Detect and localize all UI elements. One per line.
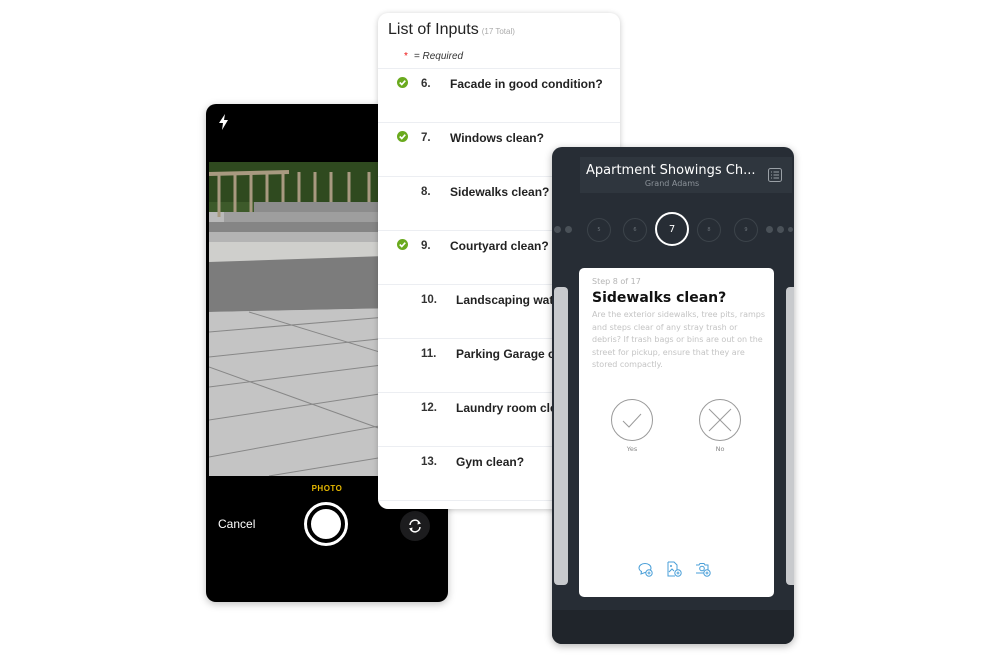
- yes-label: Yes: [626, 445, 638, 453]
- step-dot: [788, 227, 793, 232]
- next-card-edge[interactable]: [786, 287, 794, 585]
- item-label: Sidewalks clean?: [450, 185, 550, 199]
- list-total: (17 Total): [481, 27, 515, 36]
- checkmark-icon: [622, 413, 642, 428]
- step-9[interactable]: 9: [734, 218, 758, 242]
- x-icon: [708, 408, 732, 432]
- required-label: = Required: [413, 51, 464, 62]
- yes-button[interactable]: Yes: [611, 399, 653, 453]
- list-menu-icon[interactable]: [768, 168, 782, 182]
- step-dot: [565, 226, 572, 233]
- item-label: Gym clean?: [456, 455, 525, 469]
- shutter-inner: [310, 508, 342, 540]
- step-8[interactable]: 8: [697, 218, 721, 242]
- step-dot: [777, 226, 784, 233]
- step-dot: [766, 226, 773, 233]
- checklist-title: Apartment Showings Ch...: [586, 163, 756, 178]
- yes-circle: [611, 399, 653, 441]
- question-card: Step 8 of 17 Sidewalks clean? Are the ex…: [579, 268, 774, 597]
- step-counter: Step 8 of 17: [592, 277, 641, 286]
- cancel-button[interactable]: Cancel: [218, 517, 255, 531]
- add-photo-icon[interactable]: [695, 561, 711, 577]
- add-document-icon[interactable]: [666, 561, 682, 577]
- item-number: 8.: [421, 186, 431, 198]
- flash-icon[interactable]: [218, 114, 230, 130]
- step-dot: [554, 226, 561, 233]
- question-description: Are the exterior sidewalks, tree pits, r…: [592, 310, 766, 369]
- step-6[interactable]: 6: [623, 218, 647, 242]
- prev-card-edge[interactable]: [554, 287, 568, 585]
- list-title: List of Inputs (17 Total): [388, 21, 515, 39]
- item-label: Windows clean?: [450, 131, 544, 145]
- item-number: 11.: [421, 348, 437, 360]
- no-button[interactable]: No: [699, 399, 741, 453]
- item-number: 12.: [421, 402, 437, 414]
- required-star: *: [404, 51, 408, 62]
- completed-check-icon: [397, 239, 408, 250]
- list-title-text: List of Inputs: [388, 21, 479, 38]
- item-number: 13.: [421, 456, 437, 468]
- bottom-bar: [552, 610, 794, 644]
- item-number: 7.: [421, 132, 431, 144]
- item-number: 10.: [421, 294, 437, 306]
- completed-check-icon: [397, 77, 408, 88]
- checklist-screen: Apartment Showings Ch... Grand Adams 5 6…: [552, 147, 794, 644]
- no-label: No: [715, 445, 725, 453]
- item-label: Facade in good condition?: [450, 77, 603, 91]
- flip-camera-button[interactable]: [400, 511, 430, 541]
- step-5[interactable]: 5: [587, 218, 611, 242]
- question-title: Sidewalks clean?: [592, 290, 727, 306]
- shutter-button[interactable]: [304, 502, 348, 546]
- item-label: Courtyard clean?: [450, 239, 549, 253]
- step-7-current[interactable]: 7: [655, 212, 689, 246]
- list-item[interactable]: 6. Facade in good condition?: [378, 69, 620, 123]
- item-number: 6.: [421, 78, 431, 90]
- attachment-tools: [637, 561, 711, 577]
- add-comment-icon[interactable]: [637, 561, 653, 577]
- flip-camera-icon: [409, 519, 421, 533]
- item-number: 9.: [421, 240, 431, 252]
- required-legend: * = Required: [404, 51, 463, 62]
- no-circle: [699, 399, 741, 441]
- checklist-subtitle: Grand Adams: [644, 179, 700, 188]
- step-navigator: 5 6 7 8 9: [552, 211, 794, 247]
- completed-check-icon: [397, 131, 408, 142]
